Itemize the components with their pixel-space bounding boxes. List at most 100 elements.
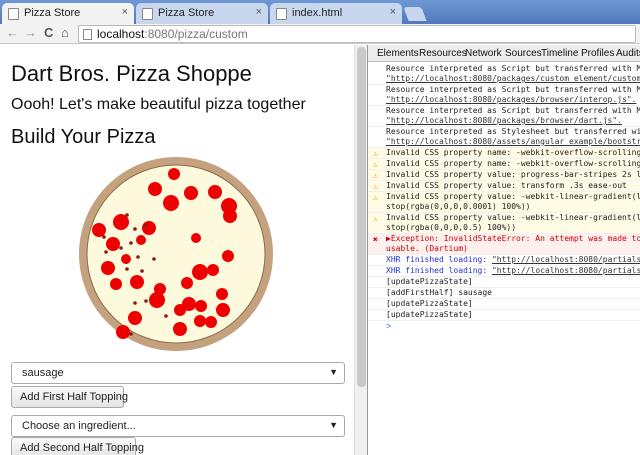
pepperoni-topping xyxy=(174,304,186,316)
page-title: Dart Bros. Pizza Shoppe xyxy=(11,61,252,86)
add-second-half-button[interactable]: Add Second Half Topping xyxy=(11,437,144,455)
devtools-tab-sources[interactable]: Sources xyxy=(505,48,542,59)
page-subtitle: Oooh! Let's make beautiful pizza togethe… xyxy=(11,96,306,113)
browser-tab-label: Pizza Store xyxy=(24,7,81,19)
sausage-topping xyxy=(133,227,137,231)
pepperoni-topping xyxy=(121,254,131,264)
console-log: [updatePizzaState] xyxy=(368,299,640,310)
pepperoni-topping xyxy=(194,315,206,327)
pepperoni-topping xyxy=(136,235,146,245)
second-half-select-value: Choose an ingredient... xyxy=(22,420,136,432)
browser-tab-3[interactable]: index.html × xyxy=(270,3,402,24)
console-warning: ⚠ Invalid CSS property name: -webkit-over… xyxy=(368,148,640,159)
pepperoni-topping xyxy=(223,209,237,223)
pepperoni-topping xyxy=(192,264,208,280)
second-half-ingredient-select[interactable]: Choose an ingredient... ▼ xyxy=(11,415,345,437)
sausage-topping xyxy=(133,301,137,305)
pepperoni-topping xyxy=(101,261,115,275)
page-scrollbar[interactable] xyxy=(354,45,367,455)
pizza-sauce xyxy=(86,164,266,344)
url-path: :8080/pizza/custom xyxy=(144,27,248,41)
warning-icon: ⚠ xyxy=(373,182,378,191)
pepperoni-topping xyxy=(92,223,106,237)
home-icon[interactable]: ⌂ xyxy=(61,25,69,40)
close-tab-icon[interactable]: × xyxy=(390,6,396,18)
devtools-tab-resources[interactable]: Resources xyxy=(419,48,467,59)
devtools-tab-profiles[interactable]: Profiles xyxy=(581,48,614,59)
pepperoni-topping xyxy=(116,325,130,339)
pepperoni-topping xyxy=(106,237,120,251)
scrollbar-thumb[interactable] xyxy=(357,47,366,387)
browser-tab-label: Pizza Store xyxy=(158,7,215,19)
add-first-half-button[interactable]: Add First Half Topping xyxy=(11,386,128,408)
browser-tab-2[interactable]: Pizza Store × xyxy=(136,3,268,24)
devtools-panel: Elements Resources Network Sources Timel… xyxy=(367,45,640,455)
pepperoni-topping xyxy=(168,168,180,180)
sausage-topping xyxy=(125,267,129,271)
pepperoni-topping xyxy=(208,185,222,199)
devtools-tab-timeline[interactable]: Timeline xyxy=(541,48,578,59)
section-heading: Build Your Pizza xyxy=(11,126,156,148)
pepperoni-topping xyxy=(148,182,162,196)
console-message: Resource interpreted as Stylesheet but t… xyxy=(368,127,640,148)
pepperoni-topping xyxy=(216,288,228,300)
warning-icon: ⚠ xyxy=(373,171,378,180)
devtools-tab-audits[interactable]: Audits xyxy=(616,48,640,59)
pepperoni-topping xyxy=(207,264,219,276)
console-message: Resource interpreted as Script but trans… xyxy=(368,106,640,127)
first-half-ingredient-select[interactable]: sausage ▼ xyxy=(11,362,345,384)
sausage-topping xyxy=(104,250,108,254)
warning-icon: ⚠ xyxy=(373,160,378,169)
console-prompt[interactable]: > xyxy=(368,321,640,333)
console-log: [addFirstHalf] sausage xyxy=(368,288,640,299)
back-arrow-icon[interactable]: ← xyxy=(6,25,19,40)
pepperoni-topping xyxy=(216,303,230,317)
sausage-topping xyxy=(143,223,147,227)
url-host: localhost xyxy=(97,27,145,41)
tab-strip: Pizza Store × Pizza Store × index.html × xyxy=(0,0,640,24)
devtools-tab-network[interactable]: Network xyxy=(465,48,502,59)
console-warning: ⚠ Invalid CSS property value: -webkit-lin… xyxy=(368,192,640,213)
page-icon xyxy=(83,29,92,40)
pepperoni-topping xyxy=(195,300,207,312)
close-tab-icon[interactable]: × xyxy=(256,6,262,18)
page-icon xyxy=(276,8,287,20)
browser-tab-1[interactable]: Pizza Store × xyxy=(2,3,134,24)
error-icon: ✖ xyxy=(373,235,378,244)
new-tab-button[interactable] xyxy=(403,7,427,21)
sausage-topping xyxy=(119,246,123,250)
console-warning: ⚠ Invalid CSS property value: -webkit-lin… xyxy=(368,213,640,234)
dropdown-arrow-icon: ▼ xyxy=(329,367,338,377)
forward-arrow-icon[interactable]: → xyxy=(24,25,37,40)
pepperoni-topping xyxy=(191,233,201,243)
sausage-topping xyxy=(129,241,133,245)
console-warning: ⚠ Invalid CSS property name: -webkit-over… xyxy=(368,159,640,170)
pepperoni-topping xyxy=(149,292,165,308)
devtools-tabs: Elements Resources Network Sources Timel… xyxy=(368,45,640,62)
address-bar[interactable]: localhost:8080/pizza/custom xyxy=(78,25,636,43)
sausage-topping xyxy=(152,257,156,261)
browser-toolbar: ← → C ⌂ localhost:8080/pizza/custom xyxy=(0,24,640,44)
pepperoni-topping xyxy=(181,277,193,289)
warning-icon: ⚠ xyxy=(373,149,378,158)
console-warning: ⚠ Invalid CSS property value: progress-ba… xyxy=(368,170,640,181)
reload-icon[interactable]: C xyxy=(44,25,53,40)
console-xhr-message: XHR finished loading: "http://localhost:… xyxy=(368,266,640,277)
sausage-topping xyxy=(164,314,168,318)
pepperoni-topping xyxy=(142,221,156,235)
page-content: Dart Bros. Pizza Shoppe Oooh! Let's make… xyxy=(0,45,354,455)
warning-icon: ⚠ xyxy=(373,193,378,202)
sausage-topping xyxy=(129,332,133,336)
sausage-topping xyxy=(144,299,148,303)
console-error[interactable]: ✖ ▶Exception: InvalidStateError: An attem… xyxy=(368,234,640,255)
sausage-topping xyxy=(136,255,140,259)
devtools-tab-elements[interactable]: Elements xyxy=(377,48,419,59)
pizza-image xyxy=(79,157,273,351)
console-log: [updatePizzaState] xyxy=(368,277,640,288)
browser-tab-label: index.html xyxy=(292,7,343,19)
close-tab-icon[interactable]: × xyxy=(122,6,128,18)
sausage-topping xyxy=(140,269,144,273)
pepperoni-topping xyxy=(173,322,187,336)
console-xhr-message: XHR finished loading: "http://localhost:… xyxy=(368,255,640,266)
pepperoni-topping xyxy=(205,316,217,328)
